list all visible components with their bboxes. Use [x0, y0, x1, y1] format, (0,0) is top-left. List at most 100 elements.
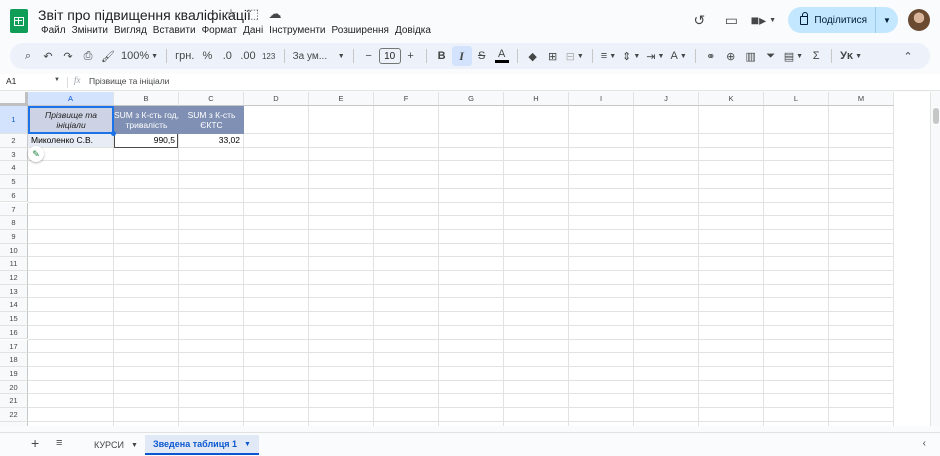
select-all-corner[interactable]	[0, 92, 28, 106]
increase-decimal-button[interactable]: .00	[237, 46, 258, 66]
input-tools-button[interactable]: Уĸ ▼	[837, 46, 865, 66]
filter-views-icon[interactable]: ▤ ▼	[781, 46, 806, 66]
fill-color-icon[interactable]: ◆	[523, 46, 543, 66]
menu-view[interactable]: Вигляд	[111, 25, 150, 37]
cloud-status-icon[interactable]: ☁	[268, 7, 282, 21]
all-sheets-menu-icon[interactable]: ≡	[56, 437, 62, 449]
column-header-m[interactable]: M	[829, 92, 894, 106]
insert-comment-icon[interactable]: ⊕	[721, 46, 741, 66]
fill-handle[interactable]	[111, 131, 116, 136]
column-header-j[interactable]: J	[634, 92, 699, 106]
menu-file[interactable]: Файл	[38, 25, 69, 37]
increase-font-size-icon[interactable]: +	[401, 46, 421, 66]
print-icon[interactable]: ⎙	[78, 46, 98, 66]
cell-a2[interactable]: Миколенко С.В.	[28, 134, 113, 147]
edit-pivot-pencil-icon[interactable]: ✎	[28, 145, 44, 162]
vertical-align-icon[interactable]: ⇕ ▼	[619, 46, 643, 66]
undo-icon[interactable]: ↶	[38, 46, 58, 66]
insert-link-icon[interactable]: ⚭	[701, 46, 721, 66]
text-color-button[interactable]: A	[492, 46, 512, 66]
column-header-k[interactable]: K	[699, 92, 764, 106]
column-header-l[interactable]: L	[764, 92, 829, 106]
scroll-thumb[interactable]	[933, 108, 939, 124]
row-header-6[interactable]: 6	[0, 188, 28, 203]
row-header-12[interactable]: 12	[0, 271, 28, 285]
bold-button[interactable]: B	[432, 46, 452, 66]
text-rotation-icon[interactable]: A ▼	[667, 46, 689, 66]
formula-input[interactable]: Прізвище та ініціали	[89, 76, 169, 86]
name-box[interactable]: A1	[6, 76, 16, 86]
avatar[interactable]	[908, 9, 930, 31]
filter-icon[interactable]: ⏷	[761, 46, 781, 66]
menu-format[interactable]: Формат	[199, 25, 241, 37]
share-dropdown-icon[interactable]: ▼	[876, 16, 898, 25]
row-header-14[interactable]: 14	[0, 298, 28, 313]
cell-a1[interactable]: Прізвище та ініціали	[28, 106, 114, 134]
column-header-e[interactable]: E	[309, 92, 374, 106]
row-header-19[interactable]: 19	[0, 366, 28, 381]
row-header-22[interactable]: 22	[0, 408, 28, 422]
row-header-23[interactable]: 23	[0, 421, 28, 426]
row-header-8[interactable]: 8	[0, 216, 28, 230]
borders-icon[interactable]: ⊞	[543, 46, 563, 66]
merge-cells-icon[interactable]: ⊟ ▼	[563, 46, 587, 66]
spreadsheet-grid[interactable]: A B C D E F G H I J K L M 1 2 3 4 5 6 7 8 9 10 11 12 13 14 15 16 17 18…	[0, 92, 930, 426]
currency-format-button[interactable]: грн.	[172, 46, 197, 66]
row-header-3[interactable]: 3	[0, 147, 28, 162]
menu-data[interactable]: Дані	[240, 25, 266, 37]
row-header-18[interactable]: 18	[0, 353, 28, 367]
move-folder-icon[interactable]: ⬚	[246, 7, 260, 21]
row-header-1[interactable]: 1	[0, 106, 28, 134]
row-header-13[interactable]: 13	[0, 284, 28, 299]
strikethrough-button[interactable]: S	[472, 46, 492, 66]
menu-insert[interactable]: Вставити	[150, 25, 199, 37]
search-menus-icon[interactable]: ⌕	[18, 46, 38, 66]
text-wrap-icon[interactable]: ⇥ ▼	[643, 46, 667, 66]
row-header-2[interactable]: 2	[0, 134, 28, 148]
decrease-font-size-icon[interactable]: −	[359, 46, 379, 66]
zoom-select[interactable]: 100% ▼	[118, 46, 161, 66]
share-button[interactable]: Поділитися	[788, 7, 876, 33]
row-header-7[interactable]: 7	[0, 202, 28, 217]
menu-extensions[interactable]: Розширення	[329, 25, 392, 37]
horizontal-align-icon[interactable]: ≡ ▼	[598, 46, 619, 66]
comments-icon[interactable]: ▭	[718, 7, 744, 33]
paint-format-icon[interactable]: 🖌︎	[98, 46, 118, 66]
collapse-side-panel-icon[interactable]: ‹	[923, 438, 926, 449]
column-header-g[interactable]: G	[439, 92, 504, 106]
column-header-h[interactable]: H	[504, 92, 569, 106]
star-icon[interactable]: ☆	[224, 7, 238, 21]
version-history-icon[interactable]: ↺	[686, 7, 712, 33]
add-sheet-icon[interactable]: +	[31, 435, 39, 451]
chevron-down-icon[interactable]: ▼	[54, 77, 60, 83]
decrease-decimal-button[interactable]: .0	[217, 46, 237, 66]
font-size-input[interactable]: 10	[378, 48, 401, 64]
sheet-tab-pivot[interactable]: Зведена таблиця 1 ▼	[145, 435, 259, 455]
column-header-f[interactable]: F	[374, 92, 439, 106]
sheets-logo-icon[interactable]	[10, 9, 28, 33]
vertical-scrollbar[interactable]	[930, 92, 940, 426]
column-header-c[interactable]: C	[179, 92, 244, 106]
percent-format-button[interactable]: %	[197, 46, 217, 66]
row-header-15[interactable]: 15	[0, 312, 28, 326]
row-header-20[interactable]: 20	[0, 380, 28, 395]
font-select[interactable]: За ум... ▼	[290, 46, 348, 66]
cell-c1[interactable]: SUM з К-сть ЄКТС	[179, 106, 244, 134]
row-header-16[interactable]: 16	[0, 325, 28, 340]
column-header-i[interactable]: I	[569, 92, 634, 106]
sheet-tab-kursy[interactable]: КУРСИ ▼	[86, 435, 146, 455]
menu-edit[interactable]: Змінити	[69, 25, 111, 37]
functions-button[interactable]: Σ	[806, 46, 826, 66]
insert-chart-icon[interactable]: ▥	[741, 46, 761, 66]
meet-camera-icon[interactable]: ■▸ ▼	[750, 7, 776, 33]
collapse-toolbar-icon[interactable]: ⌃	[898, 46, 918, 66]
menu-help[interactable]: Довідка	[392, 25, 434, 37]
row-header-4[interactable]: 4	[0, 161, 28, 176]
row-header-5[interactable]: 5	[0, 175, 28, 189]
row-header-17[interactable]: 17	[0, 339, 28, 354]
row-header-9[interactable]: 9	[0, 229, 28, 244]
column-header-d[interactable]: D	[244, 92, 309, 106]
menu-tools[interactable]: Інструменти	[266, 25, 328, 37]
row-header-11[interactable]: 11	[0, 257, 28, 271]
redo-icon[interactable]: ↷	[58, 46, 78, 66]
